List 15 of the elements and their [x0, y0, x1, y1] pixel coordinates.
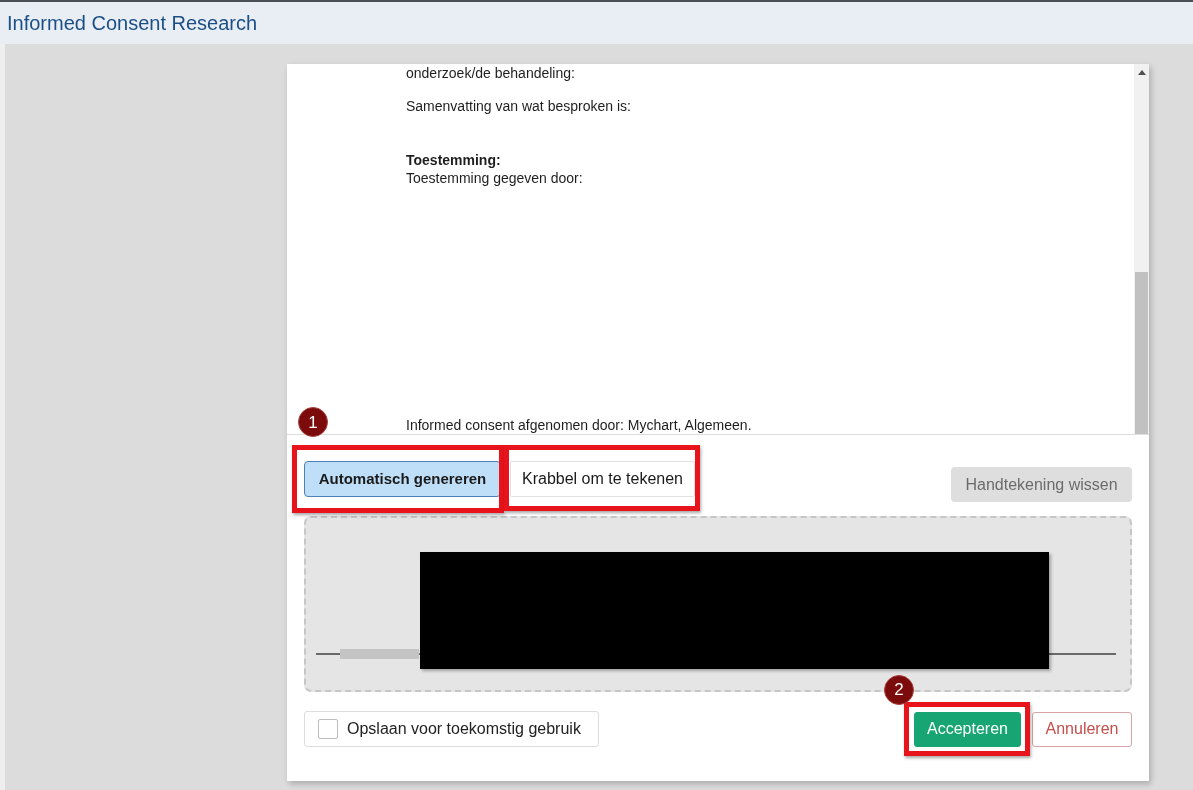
mode-tab[interactable]: Krabbel om te tekenen — [510, 461, 695, 497]
checkbox[interactable] — [318, 719, 338, 739]
document-text: Toestemming gegeven door: — [406, 169, 584, 187]
scroll-up-icon[interactable] — [1137, 69, 1146, 75]
step-marker: 1 — [298, 407, 328, 437]
cancel-button[interactable]: Annuleren — [1032, 711, 1132, 747]
document-text: Samenvatting van wat besproken is: — [406, 97, 632, 115]
page-title: Informed Consent Research — [7, 11, 258, 35]
section-heading: Toestemming: — [406, 151, 502, 169]
mode-tab[interactable]: Automatisch genereren — [304, 461, 501, 497]
document-text: onderzoek/de behandeling: — [406, 64, 576, 82]
scrollbar-thumb[interactable] — [1135, 272, 1148, 434]
save-option-checkbox[interactable]: Opslaan voor toekomstig gebruik — [304, 711, 599, 747]
scrollbar[interactable] — [1134, 64, 1149, 434]
document-text: Informed consent afgenomen door: Mychart, Algemeen. — [406, 416, 753, 434]
